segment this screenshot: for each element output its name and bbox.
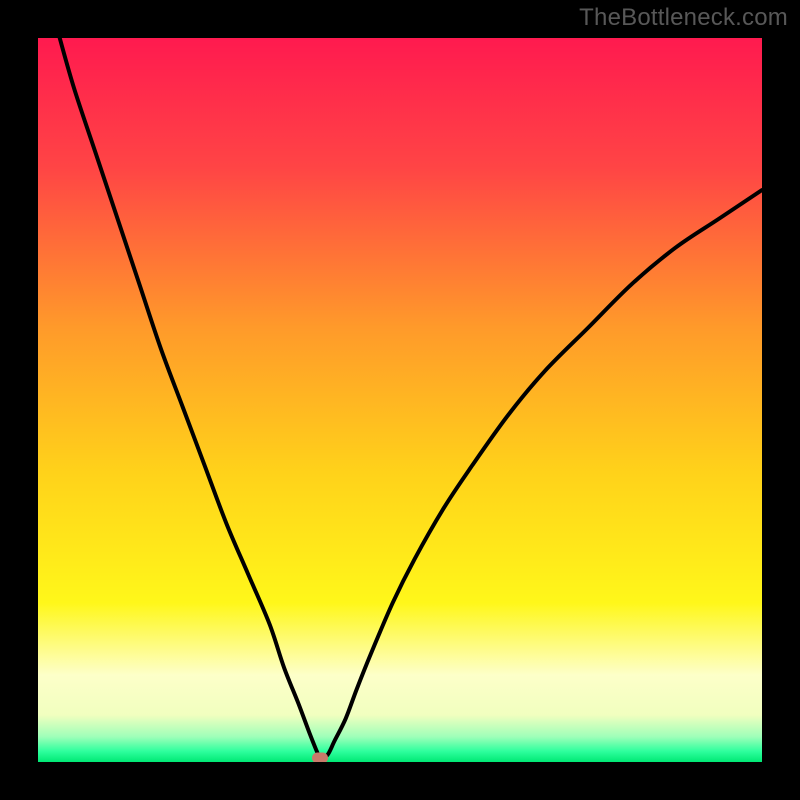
curve-layer bbox=[38, 38, 762, 762]
watermark-text: TheBottleneck.com bbox=[579, 4, 788, 32]
plot-area bbox=[38, 38, 762, 762]
chart-frame: TheBottleneck.com bbox=[0, 0, 800, 800]
bottleneck-curve bbox=[60, 38, 762, 759]
min-marker bbox=[312, 752, 328, 762]
